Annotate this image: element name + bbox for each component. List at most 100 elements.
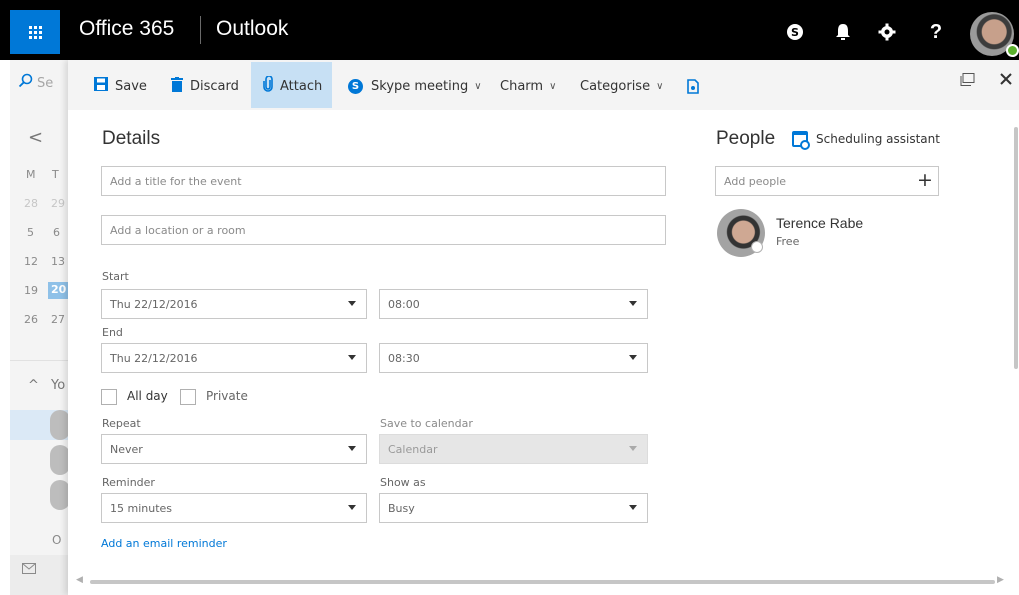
trash-icon — [171, 76, 183, 96]
calendar-avatar[interactable] — [50, 445, 70, 475]
chevron-down-icon: ∨ — [474, 80, 482, 92]
scroll-left-arrow-icon[interactable]: ◀ — [76, 575, 83, 585]
popout-icon[interactable] — [960, 72, 975, 90]
vertical-scrollbar-thumb[interactable] — [1014, 127, 1018, 369]
categorise-dropdown[interactable]: Categorise ∨ — [580, 70, 663, 102]
prev-month-chevron-icon[interactable]: < — [28, 127, 43, 148]
waffle-icon[interactable] — [10, 10, 60, 54]
office-365-brand[interactable]: Office 365 — [79, 14, 174, 44]
svg-text:S: S — [791, 26, 799, 39]
all-day-checkbox[interactable] — [101, 389, 117, 405]
charm-label: Charm — [500, 78, 544, 94]
dropdown-arrow-icon — [348, 446, 356, 451]
mini-cal-day[interactable]: 28 — [24, 197, 38, 210]
show-as-select[interactable]: Busy — [379, 493, 648, 523]
add-email-reminder-link[interactable]: Add an email reminder — [101, 537, 227, 550]
repeat-label: Repeat — [102, 417, 141, 430]
calendar-avatar[interactable] — [50, 480, 70, 510]
end-date-value: Thu 22/12/2016 — [110, 351, 198, 365]
show-as-label: Show as — [380, 476, 426, 489]
mail-icon[interactable] — [22, 562, 36, 578]
start-time-value: 08:00 — [388, 297, 420, 311]
calendar-avatar[interactable] — [50, 410, 70, 440]
start-time-select[interactable]: 08:00 — [379, 289, 648, 319]
chevron-up-icon: ^ — [28, 378, 39, 393]
save-to-calendar-select: Calendar — [379, 434, 648, 464]
mini-cal-selected-day[interactable]: 20 — [48, 282, 68, 299]
show-as-value: Busy — [388, 501, 415, 515]
details-heading: Details — [102, 128, 161, 149]
attach-button[interactable]: Attach — [263, 70, 322, 102]
reminder-select[interactable]: 15 minutes — [101, 493, 367, 523]
skype-meeting-label: Skype meeting — [371, 78, 469, 94]
private-checkbox[interactable] — [180, 389, 196, 405]
start-label: Start — [102, 270, 129, 283]
dropdown-arrow-icon — [348, 301, 356, 306]
mini-cal-day[interactable]: 12 — [24, 255, 38, 268]
save-icon — [94, 77, 108, 95]
help-icon[interactable]: ? — [916, 10, 956, 54]
private-label[interactable]: Private — [206, 389, 248, 403]
left-bottom-bar — [10, 555, 68, 595]
mini-cal-selected-day-label: 20 — [51, 283, 67, 296]
people-heading: People — [716, 128, 776, 149]
dropdown-arrow-icon — [629, 446, 637, 451]
bell-icon[interactable] — [823, 10, 863, 54]
mini-cal-day[interactable]: 26 — [24, 313, 38, 326]
presence-status-icon — [751, 241, 763, 253]
mini-cal-day[interactable]: 29 — [51, 197, 65, 210]
end-label: End — [102, 326, 123, 339]
save-button[interactable]: Save — [94, 70, 147, 102]
skype-meeting-dropdown[interactable]: S Skype meeting ∨ — [348, 70, 482, 102]
start-date-value: Thu 22/12/2016 — [110, 297, 198, 311]
left-divider — [10, 360, 68, 361]
gear-icon[interactable] — [867, 10, 907, 54]
dropdown-arrow-icon — [629, 301, 637, 306]
add-person-icon[interactable]: + — [917, 169, 933, 191]
mini-cal-day[interactable]: 13 — [51, 255, 65, 268]
mini-cal-day[interactable]: 6 — [53, 226, 60, 239]
categorise-label: Categorise — [580, 78, 651, 94]
search-icon[interactable] — [18, 73, 33, 92]
add-people-input[interactable]: Add people — [715, 166, 939, 196]
repeat-select[interactable]: Never — [101, 434, 367, 464]
dropdown-arrow-icon — [348, 505, 356, 510]
left-bottom-partial-label[interactable]: O — [52, 533, 61, 547]
clock-icon — [800, 140, 810, 150]
start-date-select[interactable]: Thu 22/12/2016 — [101, 289, 367, 319]
scheduling-assistant-link[interactable]: Scheduling assistant — [816, 132, 940, 146]
chevron-down-icon: ∨ — [549, 80, 557, 92]
horizontal-scrollbar-thumb[interactable] — [90, 580, 995, 584]
all-day-label[interactable]: All day — [127, 389, 168, 403]
save-to-calendar-label: Save to calendar — [380, 417, 473, 430]
end-date-select[interactable]: Thu 22/12/2016 — [101, 343, 367, 373]
app-name[interactable]: Outlook — [216, 14, 288, 44]
discard-label: Discard — [190, 78, 239, 94]
add-in-icon[interactable] — [687, 70, 699, 102]
reminder-label: Reminder — [102, 476, 155, 489]
search-placeholder-partial[interactable]: Se — [37, 76, 53, 91]
scroll-right-arrow-icon[interactable]: ▶ — [997, 575, 1004, 585]
discard-button[interactable]: Discard — [171, 70, 239, 102]
skype-icon[interactable]: S — [775, 10, 815, 54]
end-time-value: 08:30 — [388, 351, 420, 365]
reminder-value: 15 minutes — [110, 501, 173, 515]
charm-dropdown[interactable]: Charm ∨ — [500, 70, 556, 102]
attendee-name[interactable]: Terence Rabe — [776, 215, 863, 231]
mini-cal-day[interactable]: 5 — [27, 226, 34, 239]
close-icon[interactable] — [1000, 70, 1012, 90]
mini-cal-weekday: T — [52, 168, 59, 181]
event-title-input[interactable]: Add a title for the event — [101, 166, 666, 196]
brand-divider — [200, 16, 201, 44]
mini-cal-day[interactable]: 27 — [51, 313, 65, 326]
location-input[interactable]: Add a location or a room — [101, 215, 666, 245]
repeat-value: Never — [110, 442, 143, 456]
skype-icon: S — [348, 78, 363, 94]
save-to-calendar-value: Calendar — [388, 442, 438, 456]
attendee-availability: Free — [776, 235, 800, 248]
your-calendars-header-partial[interactable]: ^ Yo — [28, 378, 65, 393]
attach-label: Attach — [280, 78, 323, 94]
end-time-select[interactable]: 08:30 — [379, 343, 648, 373]
mini-cal-day[interactable]: 19 — [24, 284, 38, 297]
your-calendars-label: Yo — [51, 378, 66, 393]
